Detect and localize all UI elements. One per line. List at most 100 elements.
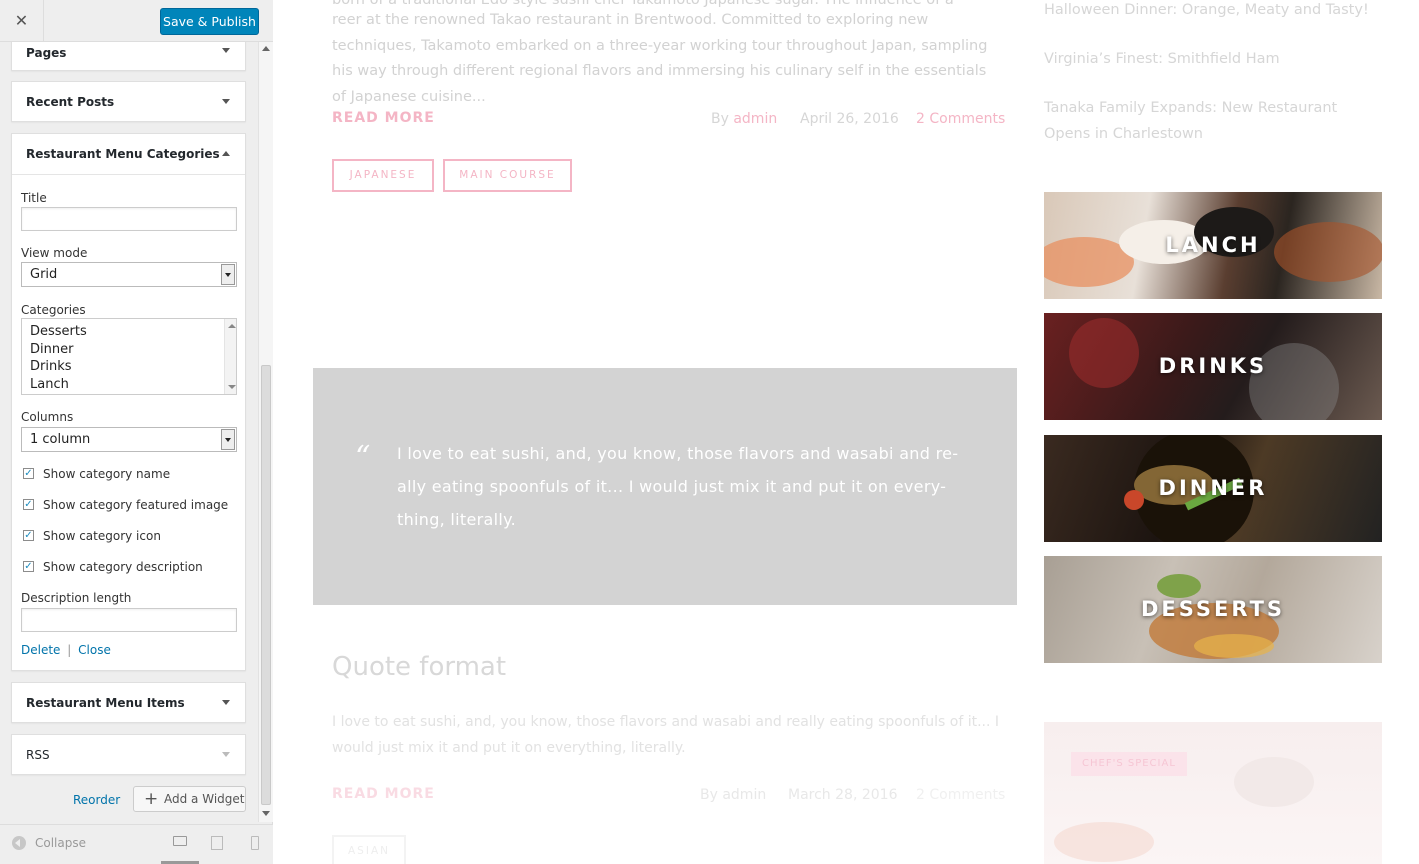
post-date: April 26, 2016 xyxy=(800,111,899,127)
reorder-link[interactable]: Reorder xyxy=(73,793,120,807)
add-widget-label: Add a Widget xyxy=(164,792,245,806)
scroll-down-icon[interactable] xyxy=(228,385,236,389)
description-length-input[interactable] xyxy=(21,608,237,632)
checkbox-label: Show category icon xyxy=(43,529,161,543)
chevron-down-icon[interactable] xyxy=(222,752,230,757)
customizer-panel: ✕ Save & Publish Pages Recent Posts Rest… xyxy=(0,0,273,864)
post-meta: By admin xyxy=(700,787,767,803)
view-mode-select[interactable]: Grid xyxy=(21,262,237,287)
add-widget-button[interactable]: + Add a Widget xyxy=(133,786,246,812)
list-item[interactable]: Desserts xyxy=(30,323,236,341)
columns-label: Columns xyxy=(21,410,74,424)
category-tile-dinner[interactable]: DINNER xyxy=(1044,435,1382,542)
post-excerpt: reer at the renowned Takao restaurant in… xyxy=(332,12,988,105)
checkbox-show-category-description[interactable]: ✓ xyxy=(23,561,34,572)
chevron-down-icon[interactable] xyxy=(222,700,230,705)
description-length-label: Description length xyxy=(21,591,132,605)
tag-main-course[interactable]: MAIN COURSE xyxy=(443,159,572,192)
quote-block: “ I love to eat sushi, and, you know, th… xyxy=(313,368,1017,605)
scroll-up-icon[interactable] xyxy=(228,324,236,328)
listbox-scrollbar[interactable] xyxy=(224,319,236,394)
site-preview: born of a traditional Edo style sushi ch… xyxy=(273,0,1419,864)
category-tile-desserts[interactable]: DESSERTS xyxy=(1044,556,1382,663)
category-label: DESSERTS xyxy=(1140,597,1286,621)
recent-post-link[interactable]: Tanaka Family Expands: New Restaurant Op… xyxy=(1044,96,1384,147)
recent-post-link[interactable]: Halloween Dinner: Orange, Meaty and Tast… xyxy=(1044,0,1384,24)
widget-title: RSS xyxy=(26,748,50,762)
scrollbar-thumb[interactable] xyxy=(261,365,271,805)
category-tile-lanch[interactable]: LANCH xyxy=(1044,192,1382,299)
widget-restaurant-menu-categories: Restaurant Menu Categories Title View mo… xyxy=(11,133,246,671)
recent-post-link[interactable]: Virginia’s Finest: Smithfield Ham xyxy=(1044,47,1384,73)
panel-header: ✕ Save & Publish xyxy=(0,0,273,42)
chefs-special-card[interactable]: CHEF'S SPECIAL xyxy=(1044,722,1382,864)
scroll-up-icon[interactable] xyxy=(262,46,270,51)
widget-title: Restaurant Menu Categories xyxy=(26,147,220,161)
chevron-up-icon[interactable] xyxy=(222,151,230,156)
widget-title: Restaurant Menu Items xyxy=(26,696,185,710)
widget-rss[interactable]: RSS xyxy=(11,734,246,775)
title-input[interactable] xyxy=(21,207,237,231)
view-mode-label: View mode xyxy=(21,246,88,260)
categories-label: Categories xyxy=(21,303,86,317)
delete-link[interactable]: Delete xyxy=(21,643,60,657)
widget-title: Recent Posts xyxy=(26,95,115,109)
author-link[interactable]: admin xyxy=(733,111,777,127)
checkbox-show-category-name[interactable]: ✓ xyxy=(23,468,34,479)
widget-pages[interactable]: Pages xyxy=(11,42,246,71)
plus-icon: + xyxy=(144,789,159,809)
collapse-label: Collapse xyxy=(35,836,86,850)
desktop-icon[interactable] xyxy=(173,836,187,846)
tablet-icon[interactable] xyxy=(211,836,223,850)
tag-japanese[interactable]: JAPANESE xyxy=(332,159,434,192)
link-separator: | xyxy=(67,643,72,657)
collapse-button[interactable]: Collapse xyxy=(12,836,86,850)
widgets-list: Pages Recent Posts Restaurant Menu Categ… xyxy=(0,42,258,822)
chevron-down-icon[interactable] xyxy=(221,264,235,285)
tag-asian[interactable]: ASIAN xyxy=(332,835,406,864)
mobile-icon[interactable] xyxy=(251,836,259,850)
widget-restaurant-menu-items[interactable]: Restaurant Menu Items xyxy=(11,682,246,723)
categories-listbox[interactable]: Desserts Dinner Drinks Lanch xyxy=(21,318,237,395)
list-item[interactable]: Lanch xyxy=(30,376,236,394)
read-more-link[interactable]: READ MORE xyxy=(332,786,435,802)
save-publish-button[interactable]: Save & Publish xyxy=(160,8,259,35)
list-item[interactable]: Drinks xyxy=(30,358,236,376)
comments-link[interactable]: 2 Comments xyxy=(916,787,1005,803)
checkbox-show-featured-image[interactable]: ✓ xyxy=(23,499,34,510)
title-label: Title xyxy=(21,191,47,205)
post-title[interactable]: Quote format xyxy=(332,652,506,682)
columns-select[interactable]: 1 column xyxy=(21,427,237,452)
chevron-down-icon[interactable] xyxy=(221,429,235,450)
scroll-down-icon[interactable] xyxy=(262,811,270,816)
read-more-link[interactable]: READ MORE xyxy=(332,110,435,126)
post-excerpt-top: born of a traditional Edo style sushi ch… xyxy=(332,0,954,8)
checkbox-label: Show category description xyxy=(43,560,203,574)
checkbox-label: Show category name xyxy=(43,467,171,481)
checkbox-show-category-icon[interactable]: ✓ xyxy=(23,530,34,541)
list-item[interactable]: Dinner xyxy=(30,341,236,359)
meta-by: By xyxy=(711,111,729,127)
close-link[interactable]: Close xyxy=(78,643,111,657)
category-label: LANCH xyxy=(1165,233,1261,257)
quote-icon: “ xyxy=(355,440,371,475)
columns-value: 1 column xyxy=(30,432,91,447)
view-mode-value: Grid xyxy=(30,267,58,282)
widget-recent-posts[interactable]: Recent Posts xyxy=(11,81,246,122)
panel-scrollbar[interactable] xyxy=(258,42,273,822)
post-excerpt: I love to eat sushi, and, you know, thos… xyxy=(332,714,1000,756)
category-label: DRINKS xyxy=(1158,354,1268,378)
comments-link[interactable]: 2 Comments xyxy=(916,111,1005,127)
category-tile-drinks[interactable]: DRINKS xyxy=(1044,313,1382,420)
quote-text: I love to eat sushi, and, you know, thos… xyxy=(397,444,959,529)
chevron-down-icon[interactable] xyxy=(222,48,230,53)
collapse-icon xyxy=(12,836,26,850)
chevron-down-icon[interactable] xyxy=(222,99,230,104)
widget-header[interactable]: Restaurant Menu Categories xyxy=(12,134,245,174)
widget-title: Pages xyxy=(26,46,67,60)
post-date: March 28, 2016 xyxy=(788,787,898,803)
chefs-special-image xyxy=(1054,757,1314,862)
checkbox-label: Show category featured image xyxy=(43,498,229,512)
category-label: DINNER xyxy=(1158,476,1268,500)
close-icon[interactable]: ✕ xyxy=(0,0,44,42)
